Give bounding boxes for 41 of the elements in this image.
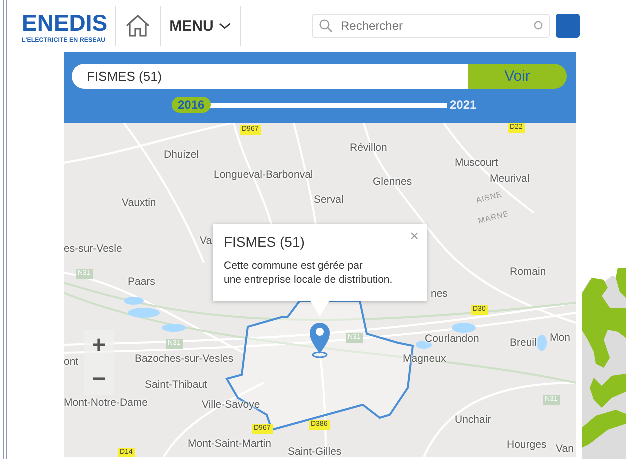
popup-title: FISMES (51) xyxy=(224,234,305,250)
search-field[interactable]: Rechercher xyxy=(312,14,550,38)
place-label: Vauxtin xyxy=(122,197,156,209)
place-label: Hourges xyxy=(507,439,547,451)
place-label: Longueval-Barbonval xyxy=(214,169,314,181)
slider-end-label: 2021 xyxy=(450,98,477,112)
zoom-in-button[interactable]: + xyxy=(84,330,114,361)
place-label: Mon xyxy=(550,332,570,344)
search-icon xyxy=(319,19,333,33)
commune-input[interactable]: FISMES (51) xyxy=(72,64,468,89)
place-label: Serval xyxy=(314,194,344,206)
place-label: Va xyxy=(200,235,212,247)
place-label: Révillon xyxy=(350,142,388,154)
home-icon[interactable] xyxy=(124,14,151,38)
place-label: Meurival xyxy=(490,173,530,185)
place-label: Mont-Saint-Martin xyxy=(188,438,272,450)
place-label: Muscourt xyxy=(455,157,498,169)
place-label: Glennes xyxy=(373,176,412,188)
border-label: MARNE xyxy=(477,209,510,226)
place-label: Bazoches-sur-Vesles xyxy=(135,353,234,365)
place-label: Van xyxy=(556,443,574,455)
place-label: Courlandon xyxy=(425,333,480,345)
place-label: Dhuizel xyxy=(164,149,200,161)
place-label: Mont-Notre-Dame xyxy=(64,397,148,409)
place-label: Saint-Gilles xyxy=(288,446,342,457)
place-label: Saint-Thibaut xyxy=(145,379,208,391)
place-label: Unchair xyxy=(455,414,492,426)
popup-text: Cette commune est gérée par une entreprise locale de distribution. xyxy=(224,259,394,287)
menu-button[interactable]: MENU xyxy=(168,18,233,34)
place-label: Breuil xyxy=(510,337,537,349)
place-label: nes xyxy=(431,288,448,300)
chevron-down-icon xyxy=(218,22,231,30)
logo-wordmark: ENEDIS xyxy=(22,8,108,36)
zoom-out-button[interactable]: − xyxy=(84,364,114,395)
place-label: Paars xyxy=(128,276,156,288)
map-pin-icon[interactable] xyxy=(310,323,330,358)
circle-icon xyxy=(534,21,543,30)
border-label: AISNE xyxy=(475,190,504,206)
place-label: Romain xyxy=(510,266,546,278)
place-label: es-sur-Vesle xyxy=(64,243,122,255)
place-label: ont xyxy=(64,356,79,368)
